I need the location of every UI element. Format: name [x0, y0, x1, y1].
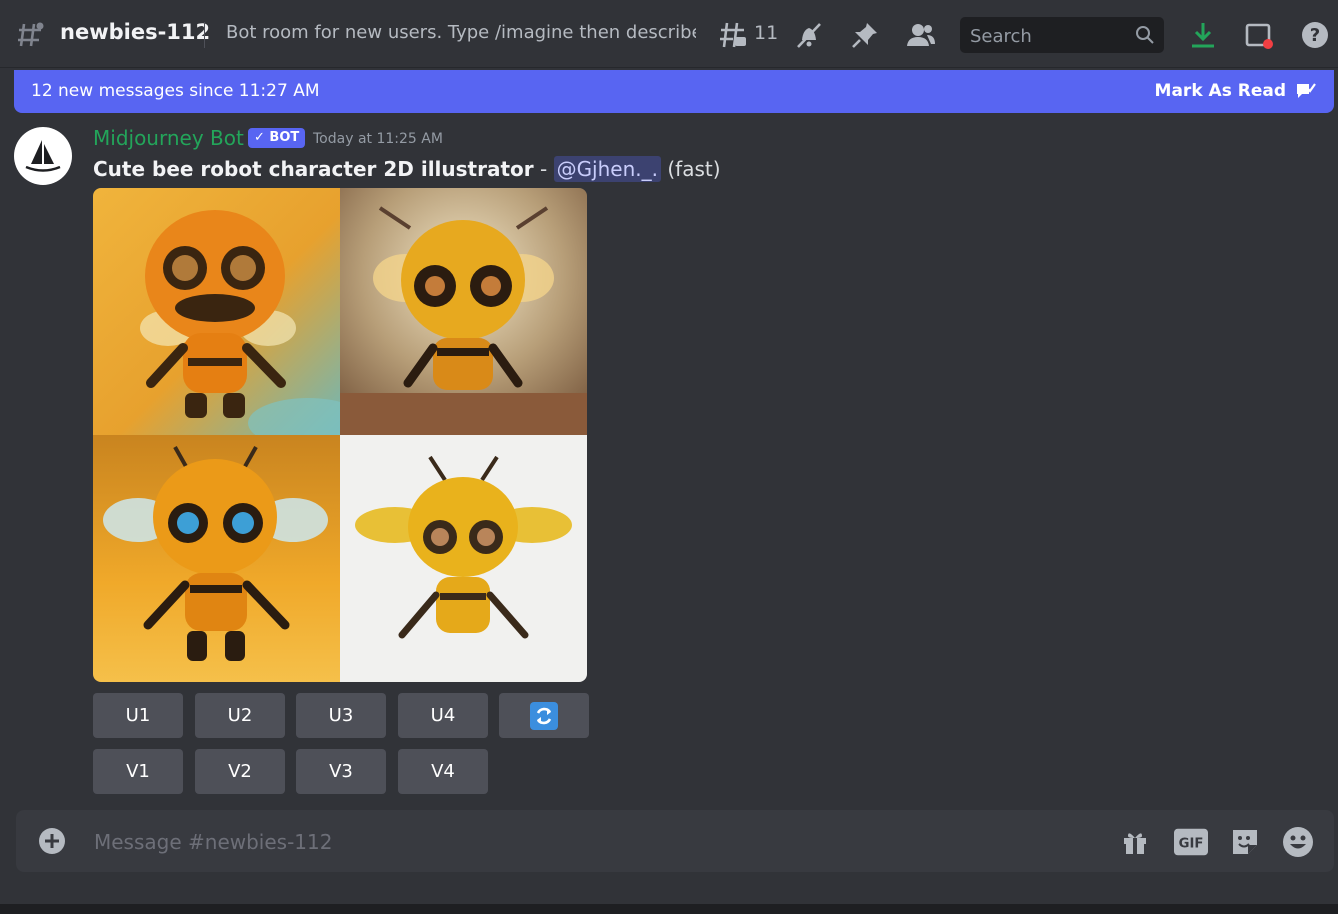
bot-avatar[interactable]	[14, 127, 72, 185]
image-tile-1[interactable]	[93, 188, 368, 448]
gift-icon[interactable]	[1118, 825, 1152, 859]
channel-topic[interactable]: Bot room for new users. Type /imagine th…	[226, 22, 696, 43]
image-tile-2[interactable]	[340, 188, 587, 435]
channel-hash-icon	[18, 22, 44, 47]
bee-robot-image	[103, 446, 328, 661]
mute-bell-icon[interactable]	[792, 18, 826, 52]
variation-1-button[interactable]: V1	[93, 749, 183, 794]
gif-button[interactable]: GIF	[1174, 825, 1208, 859]
bee-robot-image	[355, 455, 572, 639]
help-icon[interactable]: ?	[1298, 18, 1332, 52]
refresh-icon	[530, 701, 558, 730]
reroll-button[interactable]	[499, 693, 589, 738]
svg-text:?: ?	[1310, 25, 1320, 46]
channel-name: newbies-112	[60, 20, 211, 44]
channel-header: newbies-112 Bot room for new users. Type…	[0, 0, 1338, 68]
emoji-icon[interactable]	[1281, 825, 1315, 859]
mark-as-read-button[interactable]: Mark As Read	[1155, 81, 1286, 101]
image-tile-3[interactable]	[93, 435, 340, 682]
search-box[interactable]	[960, 17, 1164, 55]
message-timestamp: Today at 11:25 AM	[313, 131, 443, 147]
new-messages-bar[interactable]: 12 new messages since 11:27 AM Mark As R…	[14, 70, 1334, 113]
user-mention[interactable]: @Gjhen._.	[553, 156, 661, 182]
bee-robot-image	[140, 210, 368, 448]
pin-icon[interactable]	[848, 18, 882, 52]
upscale-4-button[interactable]: U4	[398, 693, 488, 738]
message-composer[interactable]: GIF	[16, 810, 1334, 874]
sticker-icon[interactable]	[1228, 825, 1262, 859]
message-content: Cute bee robot character 2D illustrator …	[93, 156, 721, 182]
mark-read-icon[interactable]	[1294, 80, 1316, 102]
upscale-2-button[interactable]: U2	[195, 693, 285, 738]
new-messages-text: 12 new messages since 11:27 AM	[31, 81, 320, 101]
search-icon	[1136, 26, 1154, 44]
inbox-icon[interactable]	[1242, 18, 1276, 52]
message-input[interactable]	[92, 810, 1096, 874]
bee-robot-image	[340, 206, 587, 435]
members-icon[interactable]	[904, 18, 938, 52]
svg-text:GIF: GIF	[1179, 837, 1204, 852]
upscale-1-button[interactable]: U1	[93, 693, 183, 738]
image-tile-4[interactable]	[340, 435, 587, 682]
message-mode: (fast)	[661, 157, 721, 181]
variation-2-button[interactable]: V2	[195, 749, 285, 794]
message-author[interactable]: Midjourney Bot	[93, 126, 244, 150]
variation-4-button[interactable]: V4	[398, 749, 488, 794]
threads-icon[interactable]	[716, 18, 750, 52]
header-divider	[204, 22, 205, 48]
midjourney-boat-icon	[25, 140, 61, 172]
message-separator: -	[533, 157, 554, 181]
add-attachment-icon[interactable]	[38, 827, 66, 855]
bot-badge: ✓ BOT	[248, 128, 306, 148]
window-bottom-edge	[0, 904, 1338, 914]
search-input[interactable]	[960, 17, 1142, 55]
variation-3-button[interactable]: V3	[296, 749, 386, 794]
threads-count: 11	[754, 22, 779, 44]
generated-image-grid[interactable]	[93, 188, 587, 682]
message-prompt: Cute bee robot character 2D illustrator	[93, 157, 534, 181]
download-icon[interactable]	[1186, 18, 1220, 52]
upscale-3-button[interactable]: U3	[296, 693, 386, 738]
